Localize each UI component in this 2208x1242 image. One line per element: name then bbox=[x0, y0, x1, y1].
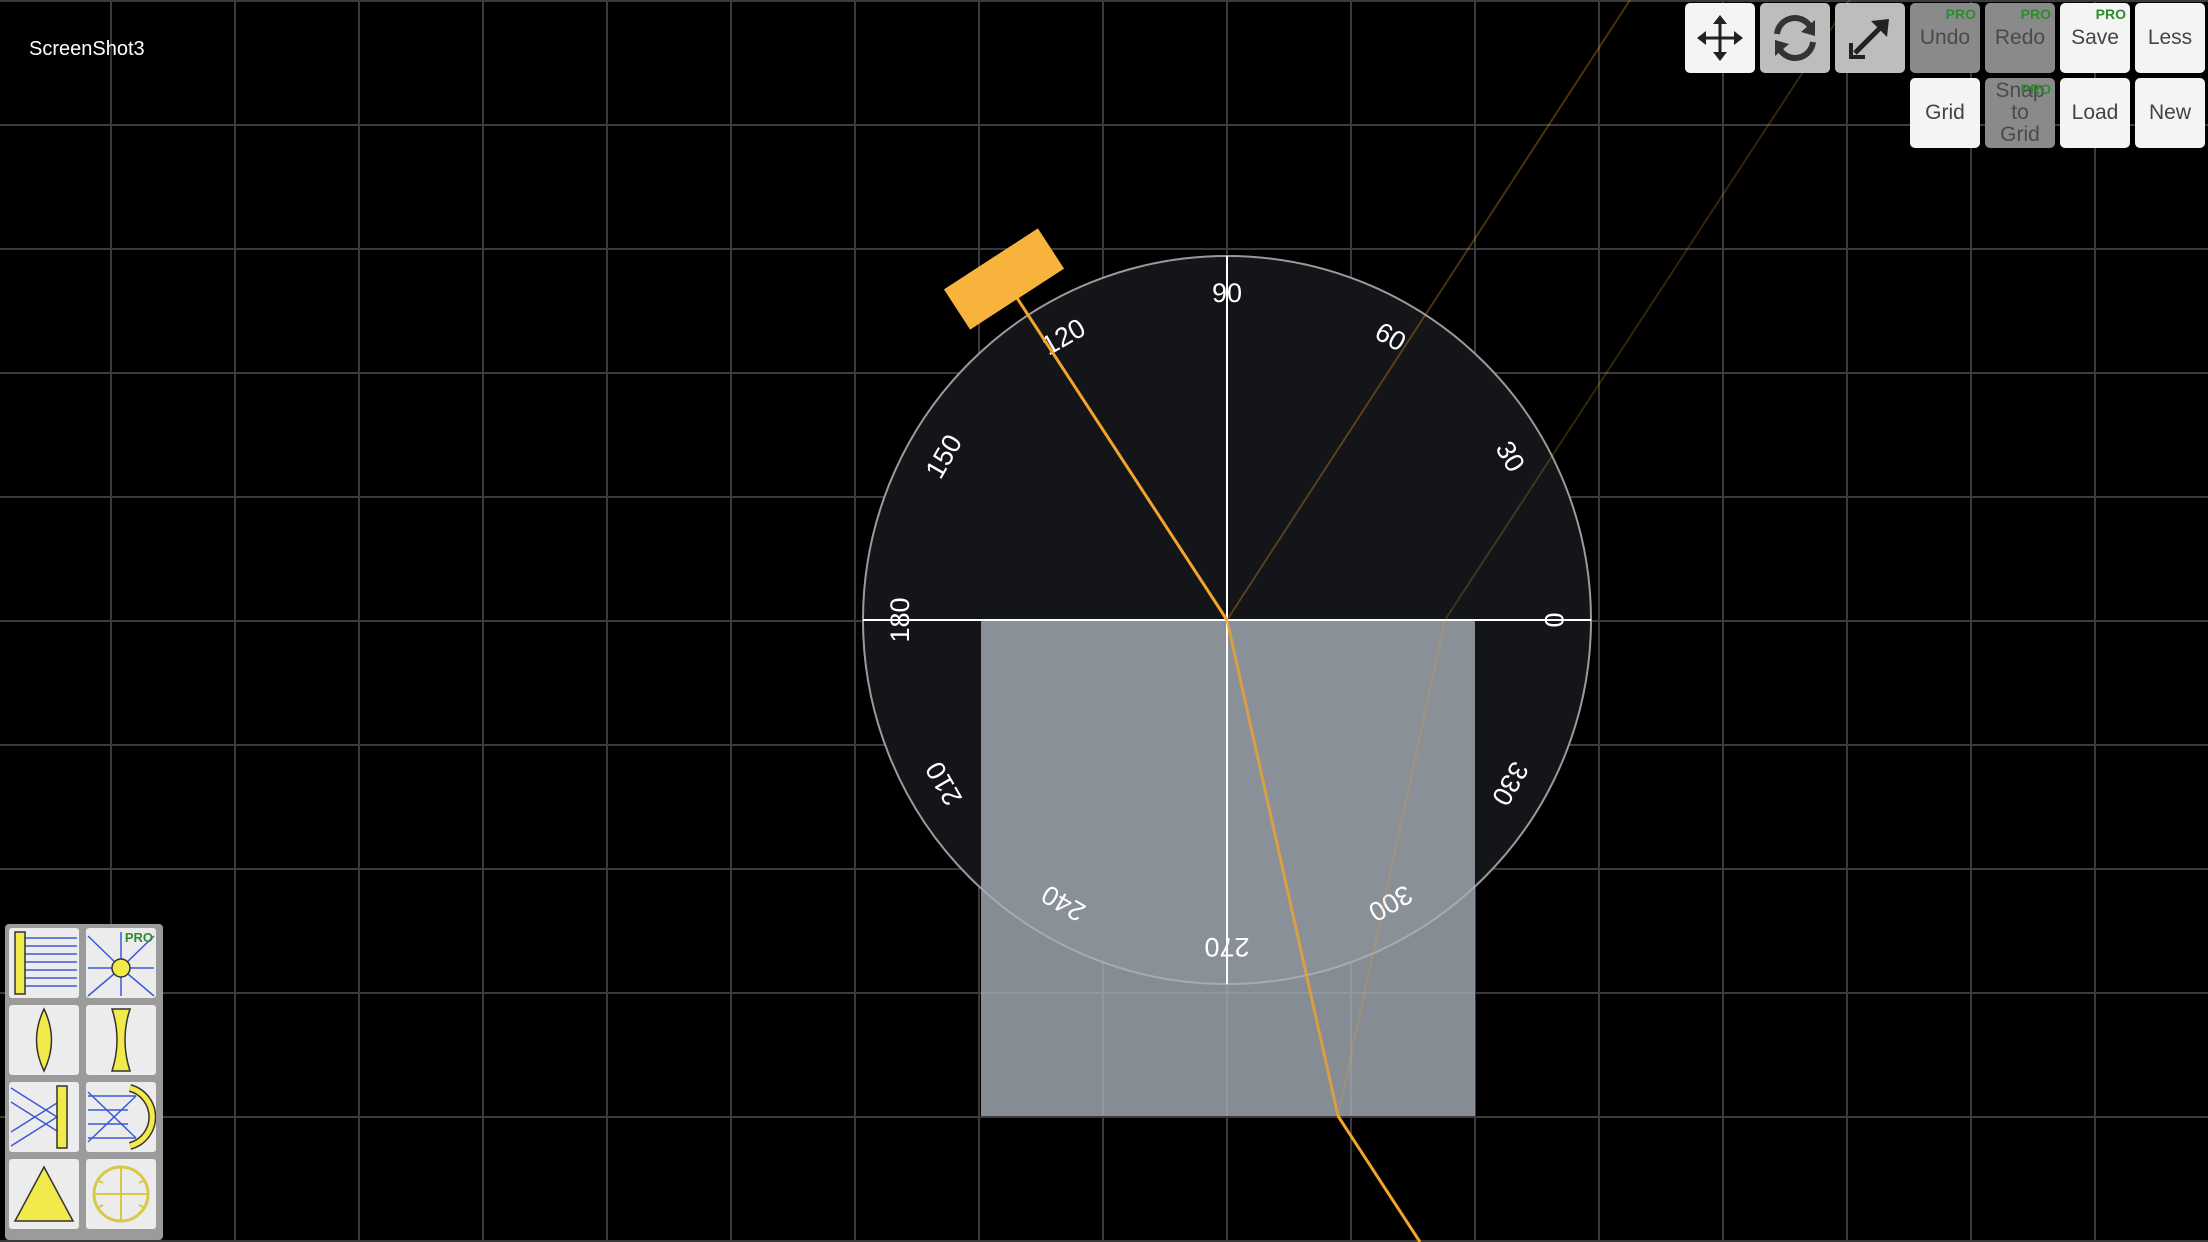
pro-badge: PRO bbox=[2095, 6, 2126, 22]
curved-mirror-tool[interactable] bbox=[86, 1082, 156, 1152]
pro-badge: PRO bbox=[124, 930, 153, 945]
protractor-angle-label: 270 bbox=[1204, 932, 1249, 962]
optics-canvas[interactable]: 0306090120150180210240270300330 bbox=[0, 0, 2208, 1242]
new-label: New bbox=[2148, 100, 2191, 124]
window-title: ScreenShot3 bbox=[29, 38, 145, 60]
concave-lens-icon bbox=[110, 1008, 132, 1072]
concave-lens-tool[interactable] bbox=[86, 1005, 156, 1075]
flat-mirror-icon bbox=[10, 1085, 68, 1149]
resize-button[interactable] bbox=[1835, 3, 1905, 73]
load-label: Load bbox=[2071, 100, 2119, 124]
rotate-button[interactable] bbox=[1760, 3, 1830, 73]
grid-button[interactable]: Grid bbox=[1910, 78, 1980, 148]
convex-lens-tool[interactable] bbox=[9, 1005, 79, 1075]
move-arrows-icon bbox=[1697, 15, 1743, 61]
resize-arrow-icon bbox=[1849, 19, 1889, 59]
pro-badge: PRO bbox=[2020, 81, 2051, 97]
tools-palette: PRO bbox=[5, 924, 163, 1240]
prism-tool[interactable] bbox=[9, 1159, 79, 1229]
undo-label: Undo bbox=[1919, 25, 1971, 49]
protractor-tool[interactable] bbox=[86, 1159, 156, 1229]
protractor-icon bbox=[92, 1165, 150, 1223]
ray-box-icon bbox=[14, 931, 77, 995]
pro-badge: PRO bbox=[1945, 6, 1976, 22]
less-button[interactable]: Less bbox=[2135, 3, 2205, 73]
protractor-angle-label: 0 bbox=[1539, 612, 1569, 627]
ray-box-tool[interactable] bbox=[9, 928, 79, 998]
load-button[interactable]: Load bbox=[2060, 78, 2130, 148]
prism-icon bbox=[13, 1165, 75, 1222]
snap-to-grid-button[interactable]: PRO Snap to Grid bbox=[1985, 78, 2055, 148]
protractor-angle-label: 180 bbox=[885, 597, 915, 642]
less-label: Less bbox=[2147, 25, 2193, 49]
flat-mirror-tool[interactable] bbox=[9, 1082, 79, 1152]
redo-button[interactable]: PRO Redo bbox=[1985, 3, 2055, 73]
curved-mirror-icon bbox=[87, 1084, 156, 1150]
pro-badge: PRO bbox=[2020, 6, 2051, 22]
save-button[interactable]: PRO Save bbox=[2060, 3, 2130, 73]
redo-label: Redo bbox=[1994, 25, 2046, 49]
move-button[interactable] bbox=[1685, 3, 1755, 73]
rotate-arrows-icon bbox=[1774, 15, 1816, 61]
grid-label: Grid bbox=[1925, 100, 1965, 124]
point-source-tool[interactable]: PRO bbox=[86, 928, 156, 998]
undo-button[interactable]: PRO Undo bbox=[1910, 3, 1980, 73]
convex-lens-icon bbox=[35, 1007, 53, 1073]
new-button[interactable]: New bbox=[2135, 78, 2205, 148]
second-reflected-beam bbox=[1444, 0, 1851, 621]
save-label: Save bbox=[2071, 25, 2119, 49]
protractor-angle-label: 90 bbox=[1212, 278, 1242, 308]
